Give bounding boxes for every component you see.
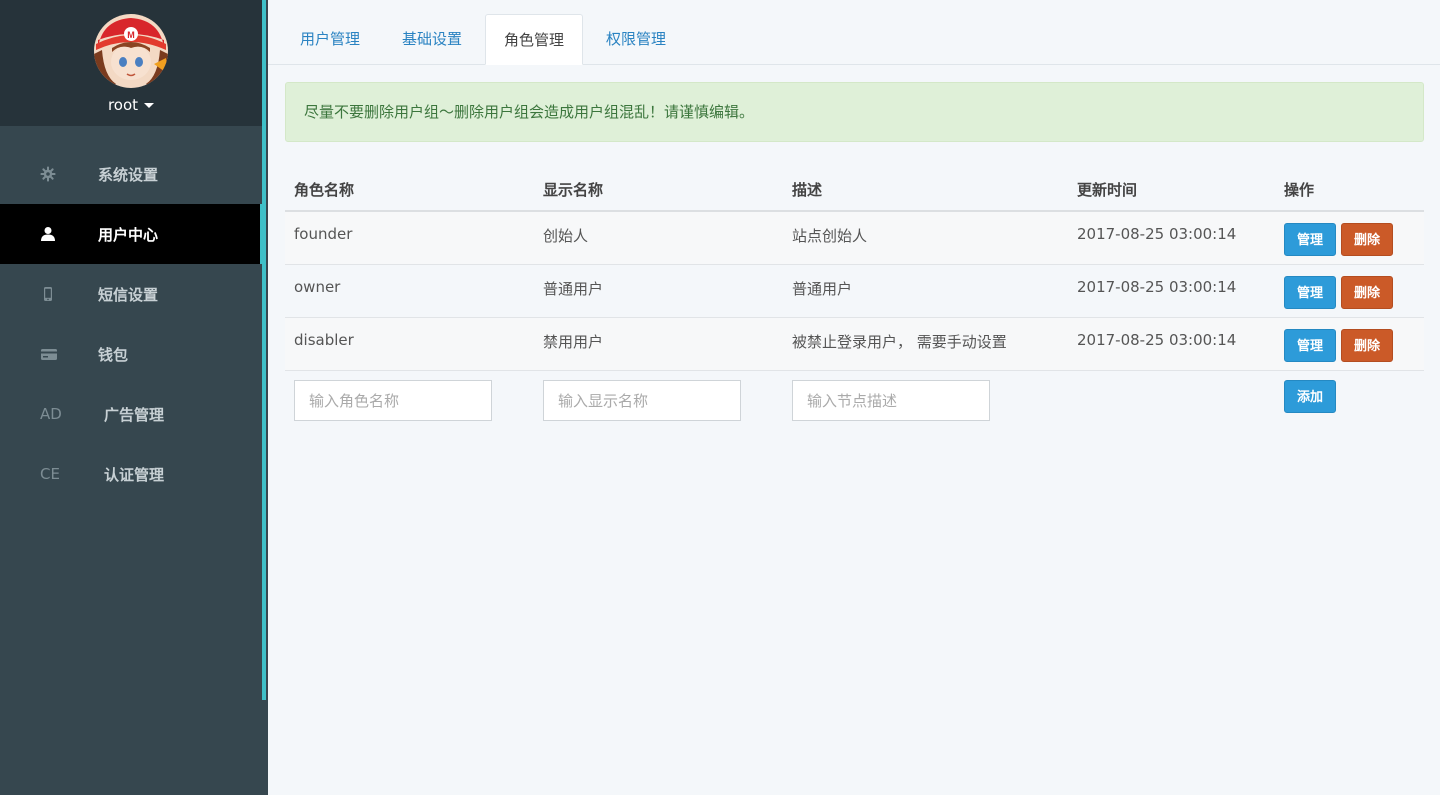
manage-button[interactable]: 管理 [1284, 276, 1336, 309]
tab-basic-settings[interactable]: 基础设置 [384, 14, 480, 65]
role-name-cell: disabler [294, 331, 354, 349]
display-name-input[interactable] [543, 380, 741, 421]
sidebar: M root 系统设置 用户中心 短信设置 钱包 AD 广告管理 CE 认证管理 [0, 0, 268, 795]
display-name-cell: 禁用用户 [543, 333, 604, 351]
manage-button[interactable]: 管理 [1284, 223, 1336, 256]
warning-alert: 尽量不要删除用户组～删除用户组会造成用户组混乱！请谨慎编辑。 [285, 82, 1424, 142]
updated-time-cell: 2017-08-25 03:00:14 [1077, 278, 1237, 296]
caret-down-icon [144, 103, 155, 108]
tab-user-management[interactable]: 用户管理 [282, 14, 378, 65]
add-role-row: 添加 [285, 371, 1424, 429]
username: root [107, 96, 139, 114]
delete-button[interactable]: 删除 [1341, 329, 1393, 362]
sidebar-item-system-settings[interactable]: 系统设置 [0, 144, 262, 204]
role-name-cell: founder [294, 225, 353, 243]
table-header: 角色名称 显示名称 描述 更新时间 操作 [285, 166, 1424, 212]
alert-text: 尽量不要删除用户组～删除用户组会造成用户组混乱！请谨慎编辑。 [304, 103, 755, 121]
svg-text:M: M [127, 30, 135, 40]
tab-role-management[interactable]: 角色管理 [485, 14, 584, 65]
description-cell: 普通用户 [792, 280, 853, 298]
table-row: owner 普通用户 普通用户 2017-08-25 03:00:14 管理 删… [285, 265, 1424, 318]
description-input[interactable] [792, 380, 990, 421]
sidebar-item-label: 广告管理 [104, 405, 165, 424]
description-cell: 被禁止登录用户， 需要手动设置 [792, 333, 1007, 351]
updated-time-cell: 2017-08-25 03:00:14 [1077, 331, 1237, 349]
column-header-description: 描述 [792, 181, 823, 199]
sidebar-item-label: 系统设置 [98, 165, 159, 184]
tab-permission-management[interactable]: 权限管理 [588, 14, 684, 65]
main-content: 用户管理 基础设置 角色管理 权限管理 尽量不要删除用户组～删除用户组会造成用户… [268, 0, 1440, 795]
role-name-input[interactable] [294, 380, 492, 421]
updated-time-cell: 2017-08-25 03:00:14 [1077, 225, 1237, 243]
tab-bar: 用户管理 基础设置 角色管理 权限管理 [268, 0, 1440, 65]
column-header-actions: 操作 [1284, 181, 1315, 199]
sidebar-item-label: 钱包 [98, 345, 129, 364]
table-row: founder 创始人 站点创始人 2017-08-25 03:00:14 管理… [285, 212, 1424, 265]
ce-icon: CE [40, 465, 60, 483]
ad-icon: AD [40, 405, 62, 423]
sidebar-item-label: 用户中心 [98, 225, 159, 244]
column-header-updated-time: 更新时间 [1077, 181, 1138, 199]
sidebar-nav: 系统设置 用户中心 短信设置 钱包 AD 广告管理 CE 认证管理 [0, 144, 264, 504]
user-menu[interactable]: root [0, 96, 262, 114]
sidebar-accent-edge [262, 0, 266, 700]
description-cell: 站点创始人 [792, 227, 868, 245]
sidebar-item-certification[interactable]: CE 认证管理 [0, 444, 262, 504]
sidebar-item-user-center[interactable]: 用户中心 [0, 204, 264, 264]
delete-button[interactable]: 删除 [1341, 276, 1393, 309]
gear-icon [0, 166, 98, 182]
display-name-cell: 普通用户 [543, 280, 604, 298]
column-header-display-name: 显示名称 [543, 181, 604, 199]
display-name-cell: 创始人 [543, 227, 589, 245]
avatar[interactable]: M [94, 14, 168, 88]
sidebar-item-wallet[interactable]: 钱包 [0, 324, 262, 384]
roles-table: 角色名称 显示名称 描述 更新时间 操作 founder 创始人 站点创始人 2… [285, 166, 1424, 429]
delete-button[interactable]: 删除 [1341, 223, 1393, 256]
profile-panel: M root [0, 0, 262, 126]
column-header-role-name: 角色名称 [294, 181, 355, 199]
phone-icon [0, 286, 98, 302]
sidebar-item-label: 认证管理 [104, 465, 165, 484]
role-name-cell: owner [294, 278, 341, 296]
table-row: disabler 禁用用户 被禁止登录用户， 需要手动设置 2017-08-25… [285, 318, 1424, 371]
sidebar-item-ad-management[interactable]: AD 广告管理 [0, 384, 262, 444]
card-icon [0, 346, 98, 362]
sidebar-item-label: 短信设置 [98, 285, 159, 304]
sidebar-item-sms-settings[interactable]: 短信设置 [0, 264, 262, 324]
add-button[interactable]: 添加 [1284, 380, 1336, 413]
manage-button[interactable]: 管理 [1284, 329, 1336, 362]
user-icon [0, 226, 98, 242]
